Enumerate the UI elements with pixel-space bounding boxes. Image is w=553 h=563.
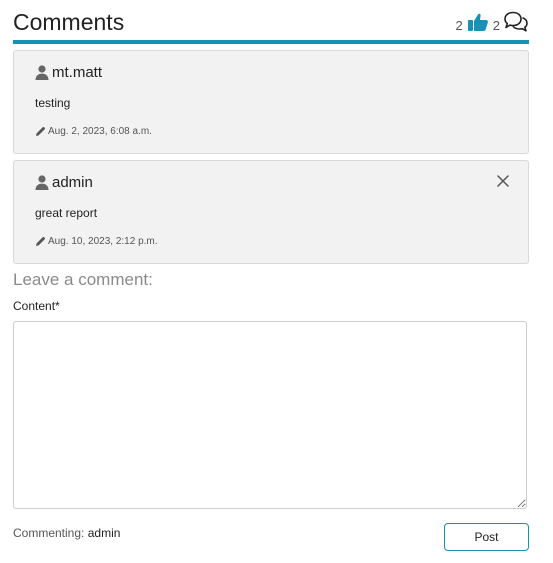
comment-count: 2 xyxy=(492,17,500,33)
comment-author: admin xyxy=(35,174,93,191)
thumbs-up-icon[interactable] xyxy=(467,12,489,32)
post-button[interactable]: Post xyxy=(444,523,529,551)
commenting-label: Commenting: xyxy=(13,526,85,540)
pencil-icon xyxy=(35,236,46,247)
close-icon xyxy=(497,175,509,187)
comment-text: great report xyxy=(35,206,98,220)
comment-card: mt.matt testing Aug. 2, 2023, 6:08 a.m. xyxy=(13,50,529,154)
header-stats: 2 2 xyxy=(456,9,529,35)
header-divider xyxy=(13,40,529,44)
author-name: mt.matt xyxy=(52,64,103,81)
author-name: admin xyxy=(52,174,93,191)
comments-header: Comments 2 2 xyxy=(13,6,529,40)
timestamp-text: Aug. 2, 2023, 6:08 a.m. xyxy=(48,126,152,137)
content-textarea[interactable] xyxy=(13,321,527,509)
content-label: Content* xyxy=(13,299,60,313)
leave-comment-heading: Leave a comment: xyxy=(13,270,153,289)
comment-card: admin great report Aug. 10, 2023, 2:12 p… xyxy=(13,160,529,264)
comment-author: mt.matt xyxy=(35,64,102,81)
timestamp-text: Aug. 10, 2023, 2:12 p.m. xyxy=(48,236,158,247)
comment-timestamp: Aug. 10, 2023, 2:12 p.m. xyxy=(35,236,158,247)
like-count: 2 xyxy=(455,17,463,33)
page-title: Comments xyxy=(13,9,125,35)
user-icon xyxy=(35,65,49,80)
pencil-icon xyxy=(35,126,46,137)
comment-timestamp: Aug. 2, 2023, 6:08 a.m. xyxy=(35,126,152,137)
commenting-user: admin xyxy=(87,526,121,540)
user-icon xyxy=(35,175,49,190)
delete-comment-button[interactable] xyxy=(496,174,510,188)
speech-bubbles-icon[interactable] xyxy=(503,11,529,33)
commenting-as: Commenting: admin xyxy=(13,526,120,540)
comment-text: testing xyxy=(35,96,71,110)
